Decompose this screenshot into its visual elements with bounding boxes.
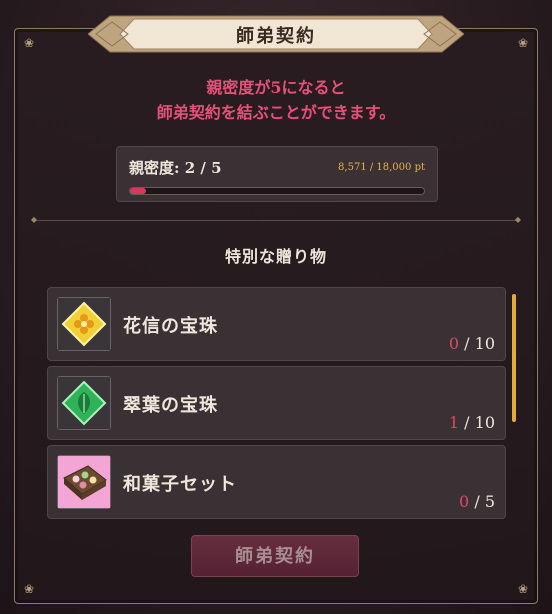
gift-name: 花信の宝珠 <box>123 316 218 337</box>
gift-count: 0 / 5 <box>459 492 495 511</box>
affinity-panel: 親密度: 2 / 5 8,571 / 18,000 pt <box>116 146 438 202</box>
gift-count: 1 / 10 <box>448 413 495 432</box>
gift-count: 0 / 10 <box>448 334 495 353</box>
corner-ornament-icon: ❀ <box>517 582 529 596</box>
divider-ornament-icon: ◆ <box>30 215 38 224</box>
dialog-title-plate: 師弟契約 <box>88 12 464 56</box>
notice-line-1: 親密度が5になると <box>206 78 346 97</box>
gift-list-scrollbar[interactable] <box>512 294 516 422</box>
affinity-progress-bar <box>129 187 425 195</box>
corner-ornament-icon: ❀ <box>23 36 35 50</box>
corner-ornament-icon: ❀ <box>23 582 35 596</box>
gift-item[interactable]: 花信の宝珠 0 / 10 <box>47 287 506 361</box>
dialog-title: 師弟契約 <box>236 26 316 47</box>
gift-name: 和菓子セット <box>123 474 237 495</box>
affinity-progress-fill <box>130 188 147 194</box>
divider-ornament-icon: ◆ <box>514 215 522 224</box>
wagashi-box-icon <box>57 455 111 509</box>
notice-line-2: 師弟契約を結ぶことができます。 <box>156 103 396 122</box>
contract-button[interactable]: 師弟契約 <box>191 535 359 577</box>
affinity-level-label: 親密度: 2 / 5 <box>129 159 222 177</box>
affinity-points: 8,571 / 18,000 pt <box>338 162 425 173</box>
gift-name: 翠葉の宝珠 <box>123 395 218 416</box>
gift-section-title: 特別な贈り物 <box>224 247 327 266</box>
gift-item[interactable]: 翠葉の宝珠 1 / 10 <box>47 366 506 440</box>
yellow-flower-gem-icon <box>57 297 111 351</box>
section-divider <box>34 220 518 221</box>
corner-ornament-icon: ❀ <box>517 36 529 50</box>
green-leaf-gem-icon <box>57 376 111 430</box>
gift-item[interactable]: 和菓子セット 0 / 5 <box>47 445 506 519</box>
